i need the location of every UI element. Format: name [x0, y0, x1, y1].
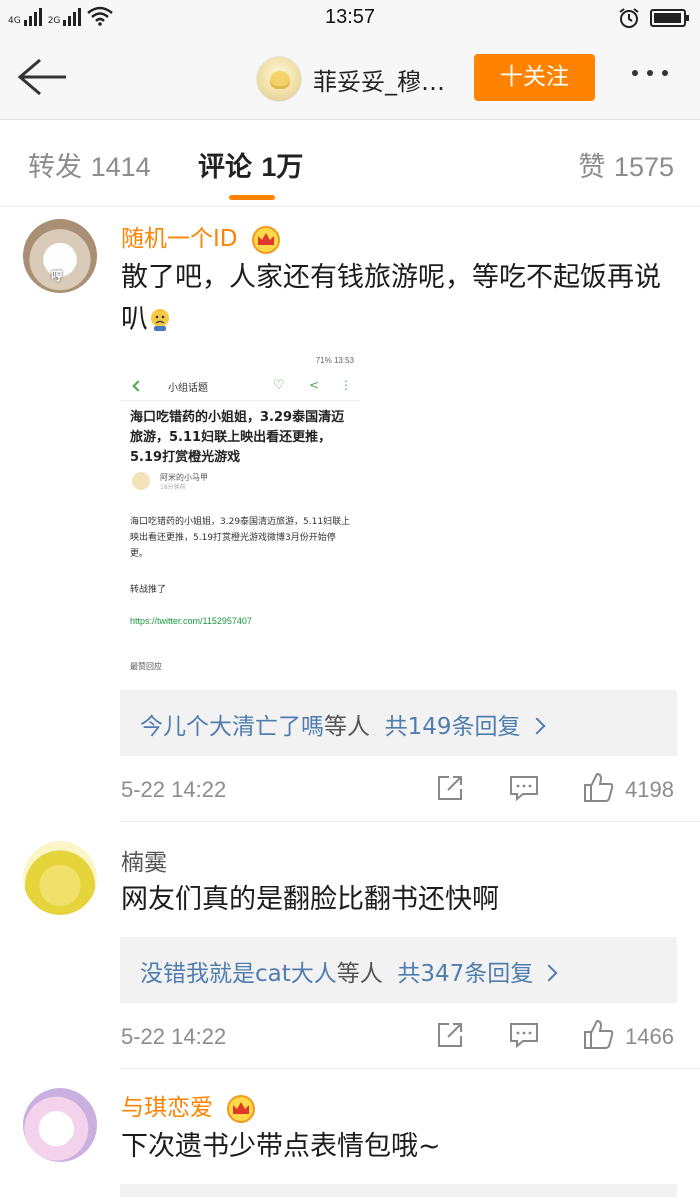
like-count: 4198 — [625, 777, 674, 802]
crown-icon — [251, 225, 280, 254]
author-name[interactable]: 菲妥妥_穆… — [313, 62, 463, 97]
reply-mid: 等人 — [336, 961, 383, 987]
sad-face-emoji-icon — [151, 309, 169, 331]
repost-icon[interactable] — [436, 774, 464, 802]
username-text: 随机一个ID — [121, 226, 238, 252]
more-dots-icon[interactable] — [632, 70, 668, 76]
tab-repost-label: 转发 — [28, 152, 82, 183]
like-icon[interactable] — [582, 771, 614, 803]
alarm-icon — [619, 8, 639, 28]
image-topic: 小组话题 — [168, 383, 208, 394]
repost-icon[interactable] — [436, 1021, 464, 1049]
image-ago: 18分钟前 — [160, 484, 186, 491]
chevron-right-icon — [540, 964, 558, 982]
image-heart-icon: ♡ — [273, 378, 285, 393]
avatar[interactable]: 哼 — [23, 219, 97, 293]
image-share-icon: < — [309, 378, 320, 392]
status-bar: 4G 2G 13:57 — [0, 0, 700, 36]
like-icon[interactable] — [582, 1018, 614, 1050]
image-divider — [120, 400, 360, 401]
image-retweet: 转战推了 — [130, 585, 167, 595]
tab-like[interactable]: 赞 1575 — [578, 145, 674, 184]
reply-summary[interactable]: 今儿个大清亡了嗎等人 共149条回复 — [120, 690, 677, 756]
tab-repost[interactable]: 转发 1414 — [28, 145, 151, 184]
comment-text: 网友们真的是翻脸比翻书还快啊 — [121, 884, 499, 915]
crown-icon — [227, 1094, 256, 1123]
username-text: 与琪恋爱 — [121, 1095, 213, 1121]
comment-icon[interactable] — [509, 1021, 539, 1049]
battery-icon — [650, 9, 689, 27]
reply-summary[interactable]: 没错我就是cat大人等人 共347条回复 — [120, 937, 677, 1003]
back-arrow-icon[interactable] — [16, 56, 68, 98]
reply-users: 今儿个大清亡了嗎 — [140, 714, 324, 740]
comment-divider — [120, 1068, 700, 1069]
comment-username[interactable]: 随机一个ID — [121, 219, 281, 255]
image-back-icon — [132, 380, 144, 392]
like-count: 1466 — [625, 1024, 674, 1049]
image-link: https://twitter.com/1152957407 — [130, 616, 252, 626]
image-title: 海口吃错药的小姐姐，3.29泰国清迈旅游，5.11妇联上映出看还更推，5.19打… — [130, 410, 345, 465]
comment-text: 下次遗书少带点表情包哦~ — [121, 1131, 441, 1162]
image-menu-icon: ⋮ — [340, 378, 352, 392]
avatar[interactable] — [23, 1088, 97, 1162]
comment-text: 散了吧，人家还有钱旅游呢，等吃不起饭再说叭 — [121, 257, 681, 341]
follow-button[interactable]: 十关注 — [474, 54, 595, 101]
comment-icon[interactable] — [509, 774, 539, 802]
author-avatar[interactable] — [256, 56, 302, 102]
tab-comment[interactable]: 评论 1万 — [198, 145, 303, 184]
tab-like-label: 赞 — [578, 152, 606, 183]
reply-count: 共347条回复 — [397, 961, 534, 987]
avatar-caption: 哼 — [51, 269, 64, 283]
comment-time: 5-22 14:22 — [121, 1024, 227, 1049]
comment-image[interactable]: 71% 13:53 小组话题 ♡ < ⋮ 海口吃错药的小姐姐，3.29泰国清迈旅… — [120, 350, 360, 680]
image-status: 71% 13:53 — [315, 356, 354, 365]
reply-count: 共149条回复 — [384, 714, 521, 740]
image-hot-label: 最赞回应 — [130, 662, 162, 671]
tab-active-indicator — [229, 195, 275, 200]
reply-mid: 等人 — [324, 714, 370, 740]
tab-comment-label: 评论 — [198, 152, 252, 183]
tab-bar: 转发 1414 评论 1万 赞 1575 — [0, 121, 700, 207]
avatar[interactable] — [23, 841, 97, 915]
comment-text-content: 散了吧，人家还有钱旅游呢，等吃不起饭再说叭 — [121, 262, 661, 335]
reply-users: 没错我就是cat大人 — [140, 961, 337, 987]
image-author-avatar — [132, 472, 150, 490]
tab-repost-count: 1414 — [90, 152, 151, 182]
nav-bar: 菲妥妥_穆… 十关注 — [0, 36, 700, 120]
comment-username[interactable]: 楠霙 — [121, 843, 167, 877]
reply-summary[interactable] — [120, 1184, 677, 1197]
image-body: 海口吃错药的小姐姐，3.29泰国清迈旅游，5.11妇联上映出看还更推，5.19打… — [130, 517, 351, 559]
comment-username[interactable]: 与琪恋爱 — [121, 1088, 256, 1124]
clock: 13:57 — [324, 6, 376, 28]
tab-like-count: 1575 — [613, 152, 674, 182]
tab-comment-count: 1万 — [261, 152, 304, 182]
comment-divider — [120, 821, 700, 822]
chevron-right-icon — [528, 717, 546, 735]
comment-time: 5-22 14:22 — [121, 777, 227, 802]
